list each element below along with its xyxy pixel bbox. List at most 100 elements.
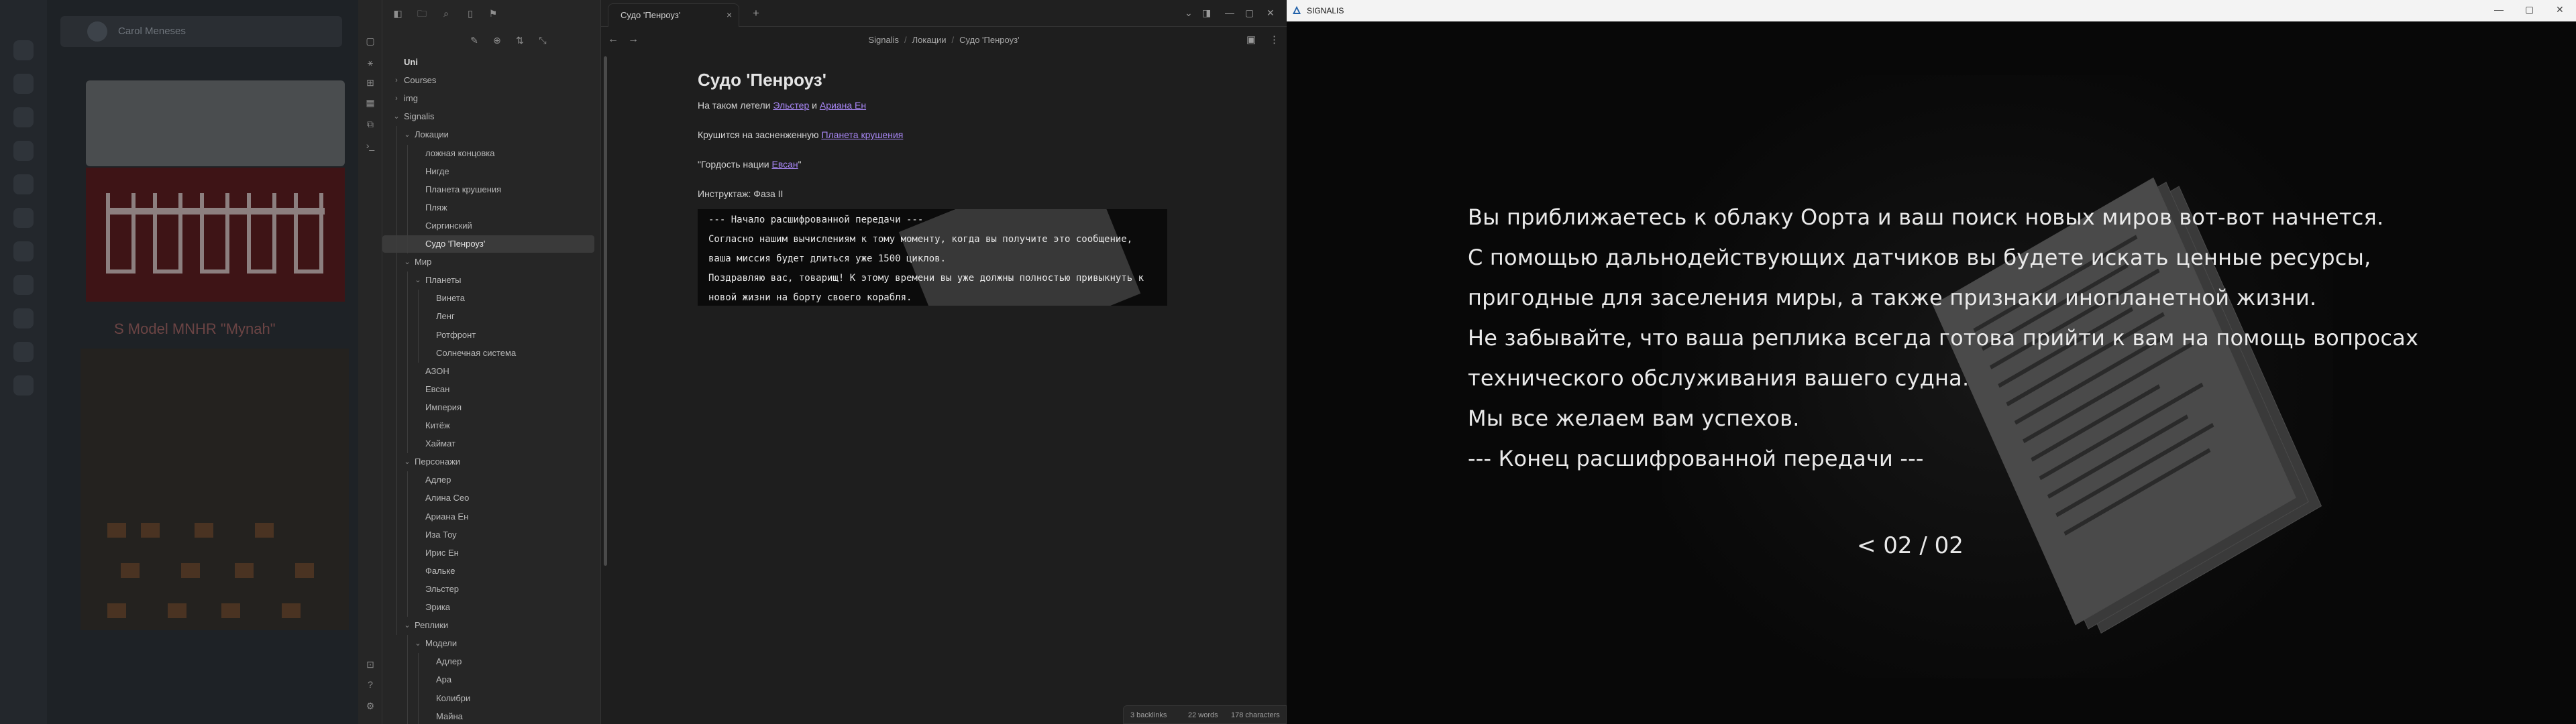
file-item[interactable]: Иза Тоу: [382, 526, 594, 544]
internal-link[interactable]: Евсан: [771, 159, 798, 170]
file-icon[interactable]: ▯: [464, 7, 476, 19]
new-note-icon[interactable]: ✎: [468, 34, 480, 46]
file-item[interactable]: Евсан: [382, 381, 594, 398]
folder-item[interactable]: ⌄ Локации: [382, 126, 594, 143]
chevron-down-icon[interactable]: ⌄: [1185, 7, 1193, 19]
file-item[interactable]: Винета: [382, 290, 594, 307]
folder-item[interactable]: ⌄ Реплики: [382, 617, 594, 634]
backlinks-count[interactable]: 3 backlinks: [1130, 711, 1167, 719]
folder-item[interactable]: ⌄ Модели: [382, 635, 594, 652]
file-item[interactable]: Адлер: [382, 471, 594, 489]
folder-item[interactable]: ⌄ Signalis: [382, 108, 594, 125]
transmission-text: Вы приближаетесь к облаку Оорта и ваш по…: [1468, 197, 2418, 479]
chevron-down-icon[interactable]: ⌄: [402, 126, 412, 143]
new-note-icon[interactable]: ▢: [364, 35, 376, 47]
chevron-down-icon[interactable]: ⌄: [402, 617, 412, 634]
folder-item[interactable]: › img: [382, 90, 594, 107]
close-window-icon[interactable]: ✕: [1267, 7, 1275, 19]
breadcrumb-item[interactable]: Локации: [912, 35, 947, 45]
new-tab-icon[interactable]: +: [753, 7, 759, 20]
note-text: ": [798, 159, 802, 170]
file-item[interactable]: ложная концовка: [382, 145, 594, 162]
minimize-icon[interactable]: —: [1225, 7, 1234, 18]
breadcrumb-item[interactable]: Судо 'Пенроуз': [959, 35, 1019, 45]
settings-gear-icon[interactable]: ⚙: [364, 700, 376, 712]
file-item[interactable]: Пляж: [382, 199, 594, 217]
chevron-down-icon[interactable]: ⌄: [402, 453, 412, 471]
file-item[interactable]: Империя: [382, 399, 594, 416]
signalis-logo-icon: [1293, 6, 1301, 14]
reading-view-icon[interactable]: ▣: [1246, 34, 1256, 46]
collapse-all-icon[interactable]: ⤡: [537, 34, 549, 46]
file-item[interactable]: Фальке: [382, 562, 594, 580]
game-viewport[interactable]: Вы приближаетесь к облаку Оорта и ваш по…: [1287, 21, 2576, 724]
sidebar-toggle-icon[interactable]: ◧: [392, 7, 404, 19]
file-item[interactable]: Ротфронт: [382, 326, 594, 344]
file-item[interactable]: Ара: [382, 671, 594, 688]
folder-item[interactable]: › Courses: [382, 72, 594, 89]
tab-note[interactable]: Судо 'Пенроуз' ×: [608, 3, 739, 27]
internal-link[interactable]: Планета крушения: [821, 129, 903, 140]
chevron-right-icon[interactable]: ›: [392, 90, 401, 107]
sort-icon[interactable]: ⇅: [514, 34, 526, 46]
folder-item[interactable]: ⌄ Мир: [382, 253, 594, 271]
file-item[interactable]: Майна: [382, 708, 594, 724]
chevron-right-icon[interactable]: ›: [392, 72, 401, 89]
background-app-header: Carol Meneses: [60, 16, 342, 47]
tree-item-label: Китёж: [425, 420, 450, 430]
file-item[interactable]: Алина Сео: [382, 489, 594, 507]
file-item[interactable]: Нигде: [382, 163, 594, 180]
embedded-screenshot[interactable]: --- Начало расшифрованной передачи --- С…: [698, 209, 1167, 306]
file-item[interactable]: Судо 'Пенроуз': [382, 235, 594, 253]
file-item[interactable]: Планета крушения: [382, 181, 594, 198]
transmission-line: Вы приближаетесь к облаку Оорта и ваш по…: [1468, 204, 2384, 230]
internal-link[interactable]: Эльстер: [773, 100, 809, 111]
new-folder-icon[interactable]: ⊕: [491, 34, 503, 46]
note-content: Судо 'Пенроуз' На таком летели Эльстер и…: [698, 70, 1221, 306]
file-item[interactable]: Китёж: [382, 417, 594, 434]
file-tree-scrollbar[interactable]: [604, 56, 607, 566]
folder-item[interactable]: ⌄ Персонажи: [382, 453, 594, 471]
command-palette-icon[interactable]: ›_: [364, 139, 376, 152]
file-item[interactable]: Ирис Ен: [382, 544, 594, 562]
more-options-icon[interactable]: ⋮: [1269, 34, 1279, 46]
file-item[interactable]: Колибри: [382, 690, 594, 707]
maximize-icon[interactable]: ▢: [1245, 7, 1254, 19]
canvas-icon[interactable]: ⊞: [364, 76, 376, 88]
vault-root[interactable]: Uni: [382, 54, 594, 71]
close-icon[interactable]: ×: [727, 9, 732, 20]
graph-view-icon[interactable]: ⚹: [364, 56, 376, 68]
breadcrumb-item[interactable]: Signalis: [868, 35, 899, 45]
chevron-down-icon[interactable]: ⌄: [413, 635, 423, 652]
file-item[interactable]: Хаймат: [382, 435, 594, 452]
folder-icon[interactable]: 🗀: [416, 7, 428, 19]
bookmark-icon[interactable]: ⚑: [487, 7, 499, 19]
file-item[interactable]: Ленг: [382, 308, 594, 325]
file-item[interactable]: Ариана Ен: [382, 508, 594, 526]
chevron-down-icon[interactable]: ⌄: [392, 108, 401, 125]
sidebar-tab-bar: ◧ 🗀 ⌕ ▯ ⚑: [382, 0, 601, 27]
file-item[interactable]: Солнечная система: [382, 345, 594, 362]
search-icon[interactable]: ⌕: [440, 7, 452, 19]
file-item[interactable]: Сиргинский: [382, 217, 594, 235]
close-window-icon[interactable]: ✕: [2556, 4, 2564, 15]
indent-guide: [396, 126, 397, 636]
maximize-icon[interactable]: ▢: [2525, 4, 2534, 15]
file-item[interactable]: Адлер: [382, 653, 594, 670]
tree-item-label: Судо 'Пенроуз': [425, 239, 486, 249]
file-item[interactable]: Эрика: [382, 599, 594, 616]
background-model-caption: S Model MNHR "Mynah": [114, 320, 276, 337]
daily-note-icon[interactable]: ▦: [364, 97, 376, 109]
internal-link[interactable]: Ариана Ен: [820, 100, 866, 111]
vault-switcher-icon[interactable]: ⊡: [364, 658, 376, 670]
templates-icon[interactable]: ⧉: [364, 118, 376, 130]
file-item[interactable]: АЗОН: [382, 363, 594, 380]
help-icon[interactable]: ?: [364, 678, 376, 690]
folder-item[interactable]: ⌄ Планеты: [382, 272, 594, 289]
chevron-down-icon[interactable]: ⌄: [402, 253, 412, 271]
right-sidebar-toggle-icon[interactable]: ◨: [1202, 7, 1211, 19]
file-item[interactable]: Эльстер: [382, 581, 594, 598]
chevron-down-icon[interactable]: ⌄: [413, 272, 423, 289]
minimize-icon[interactable]: —: [2494, 4, 2504, 15]
page-indicator[interactable]: < 02 / 02: [1857, 532, 1964, 559]
